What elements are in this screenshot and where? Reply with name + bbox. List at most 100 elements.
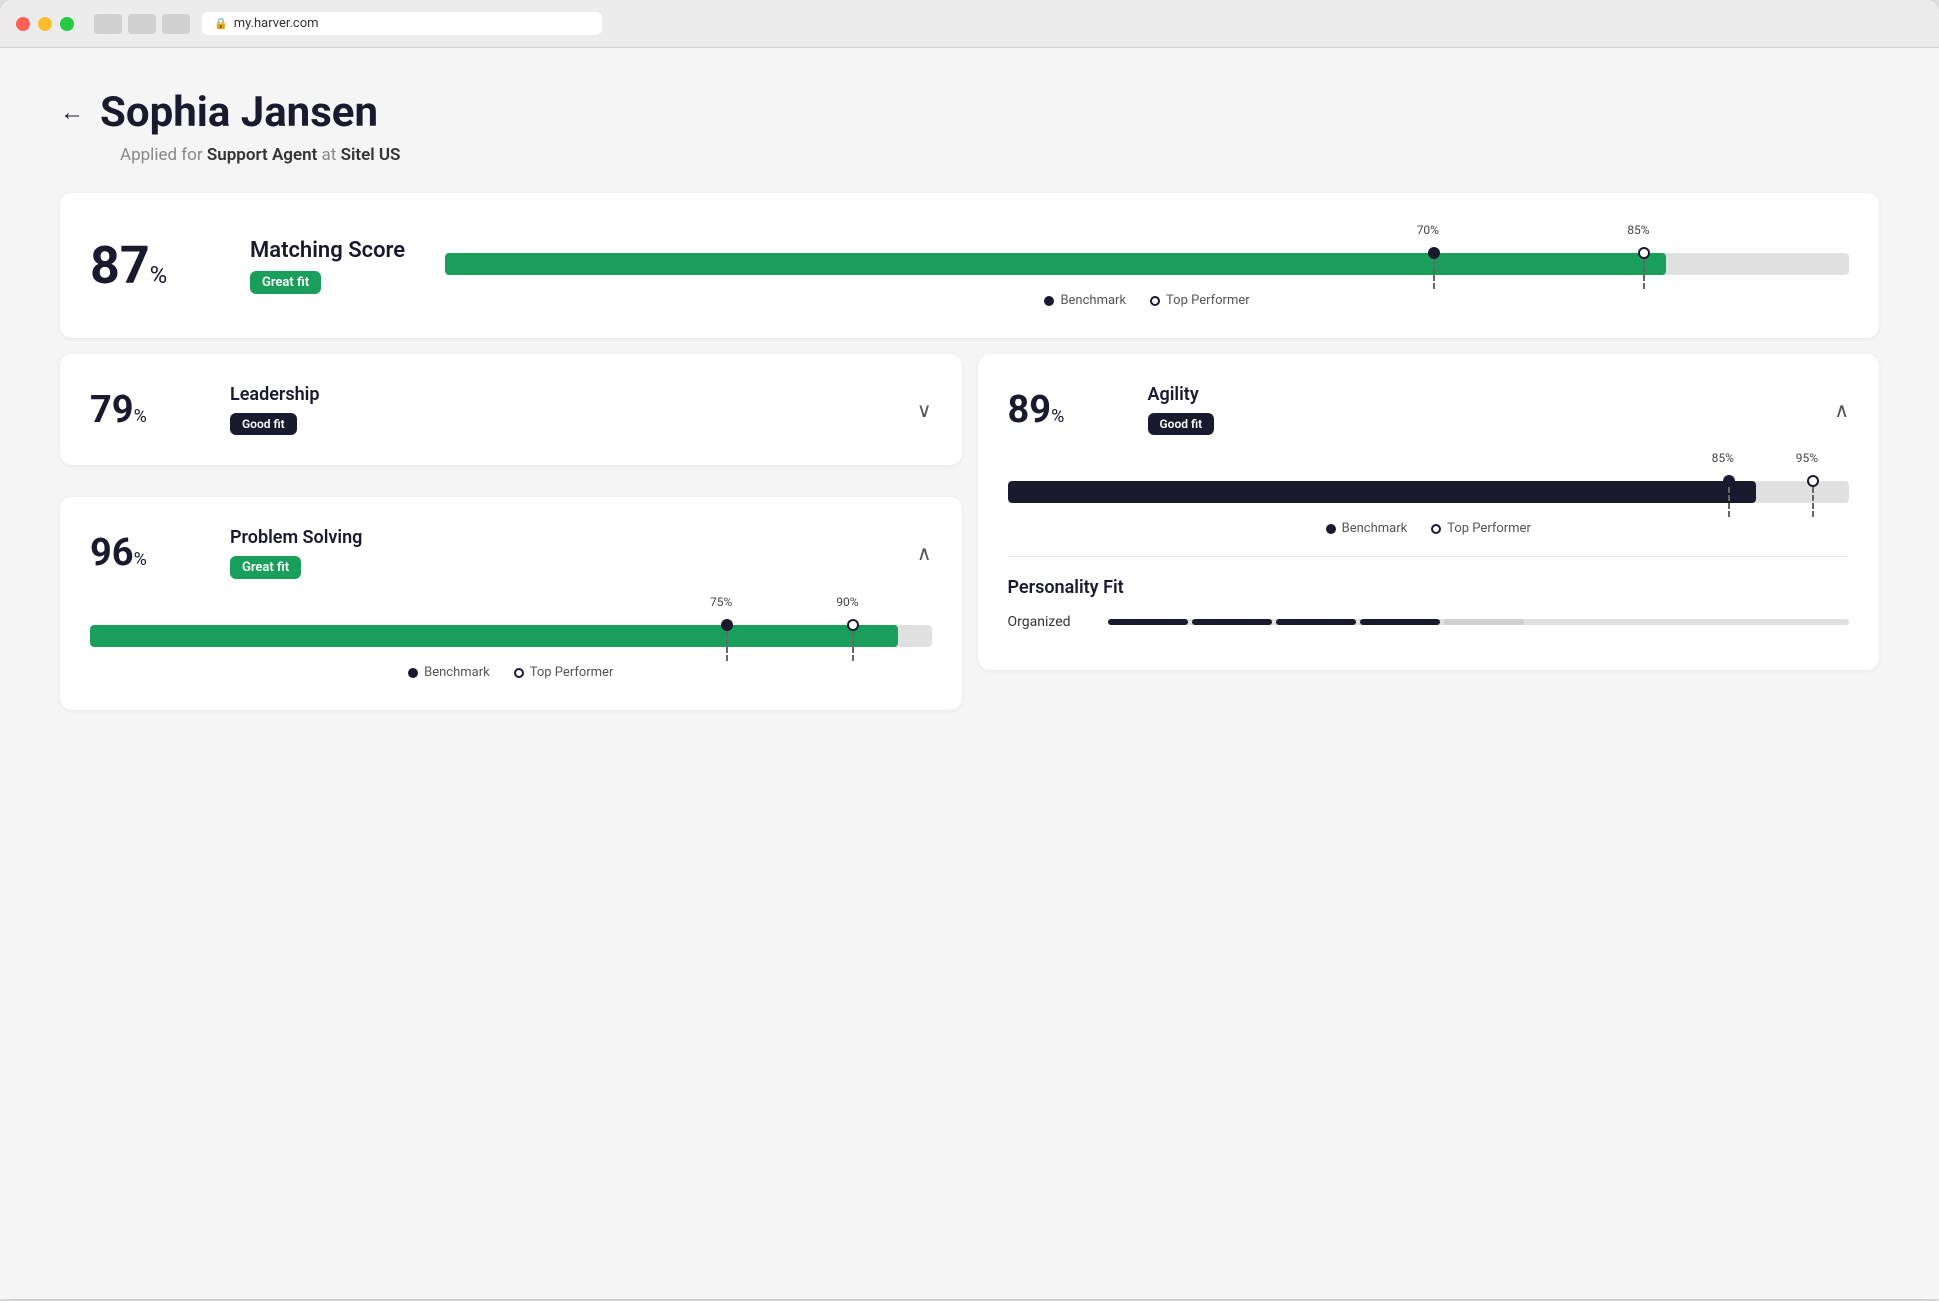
page-header: ← Sophia Jansen Applied for Support Agen… bbox=[60, 88, 1879, 165]
legend-benchmark-dot bbox=[1044, 296, 1054, 306]
agility-title: Agility bbox=[1148, 384, 1215, 405]
personality-item-organized: Organized bbox=[1008, 614, 1850, 630]
agility-benchmark-line bbox=[1728, 487, 1730, 517]
legend-top-performer-dot bbox=[1150, 296, 1160, 306]
agility-legend-top-performer-dot bbox=[1431, 524, 1441, 534]
subtitle-role: Support Agent bbox=[207, 145, 317, 165]
agility-benchmark-dot bbox=[1723, 475, 1735, 487]
agility-legend: Benchmark Top Performer bbox=[1008, 521, 1850, 536]
ps-benchmark-label: 75% bbox=[710, 595, 732, 609]
nav-back-btn[interactable] bbox=[94, 14, 122, 34]
cards-row: 79% Leadership Good fit ∨ bbox=[60, 354, 1879, 726]
personality-bar-organized bbox=[1108, 619, 1850, 625]
ps-legend-top-performer-label: Top Performer bbox=[530, 665, 614, 680]
back-arrow-button[interactable]: ← bbox=[60, 98, 84, 127]
matching-score-title: Matching Score bbox=[250, 238, 405, 263]
problem-solving-title: Problem Solving bbox=[230, 527, 362, 548]
agility-label-section: Agility Good fit bbox=[1148, 384, 1215, 435]
agility-top-performer-label: 95% bbox=[1796, 451, 1818, 465]
back-title-row: ← Sophia Jansen bbox=[60, 88, 1879, 137]
top-performer-label-85: 85% bbox=[1627, 223, 1649, 237]
ps-top-performer-line bbox=[852, 631, 854, 661]
traffic-lights bbox=[16, 17, 74, 31]
benchmark-dot bbox=[1428, 247, 1440, 259]
leadership-header: 79% Leadership Good fit ∨ bbox=[90, 384, 932, 435]
agility-bar-fill bbox=[1008, 481, 1757, 503]
minimize-button[interactable] bbox=[38, 17, 52, 31]
personality-label-organized: Organized bbox=[1008, 614, 1088, 630]
problem-solving-bar-track bbox=[90, 625, 932, 647]
problem-solving-badge: Great fit bbox=[230, 556, 301, 579]
leadership-score: 79% bbox=[90, 388, 210, 432]
matching-score-badge: Great fit bbox=[250, 271, 321, 294]
matching-score-bar-wrapper: 70% 85% bbox=[445, 223, 1849, 308]
agility-legend-top-performer: Top Performer bbox=[1431, 521, 1531, 536]
nav-forward-btn[interactable] bbox=[128, 14, 156, 34]
top-performer-marker bbox=[1638, 247, 1650, 289]
legend-top-performer: Top Performer bbox=[1150, 293, 1250, 308]
problem-solving-bar-container bbox=[90, 625, 932, 647]
benchmark-marker bbox=[1428, 247, 1440, 289]
leadership-left: 79% Leadership Good fit bbox=[90, 384, 319, 435]
left-col: 79% Leadership Good fit ∨ bbox=[60, 354, 962, 726]
problem-solving-score: 96% bbox=[90, 531, 210, 575]
top-performer-dot bbox=[1638, 247, 1650, 259]
ps-legend-benchmark-label: Benchmark bbox=[424, 665, 490, 680]
problem-solving-bar-wrapper: 75% 90% bbox=[90, 595, 932, 680]
benchmark-line bbox=[1433, 259, 1435, 289]
problem-solving-chevron[interactable]: ∧ bbox=[917, 541, 932, 565]
window-controls bbox=[94, 14, 190, 34]
leadership-card: 79% Leadership Good fit ∨ bbox=[60, 354, 962, 465]
ps-legend-top-performer-dot bbox=[514, 668, 524, 678]
agility-card: 89% Agility Good fit ∧ 85% 95% bbox=[978, 354, 1880, 670]
matching-score-legend: Benchmark Top Performer bbox=[445, 293, 1849, 308]
leadership-title: Leadership bbox=[230, 384, 319, 405]
agility-bar-wrapper: 85% 95% bbox=[1008, 451, 1850, 536]
agility-top-performer-line bbox=[1812, 487, 1814, 517]
problem-solving-card: 96% Problem Solving Great fit ∧ 75% 90% bbox=[60, 497, 962, 710]
personality-fit-title: Personality Fit bbox=[1008, 577, 1850, 598]
personality-divider bbox=[1008, 556, 1850, 557]
subtitle-company: Sitel US bbox=[341, 145, 401, 165]
personality-fit-section: Personality Fit Organized bbox=[1008, 577, 1850, 630]
agility-legend-benchmark-dot bbox=[1326, 524, 1336, 534]
matching-score-bar-fill bbox=[445, 253, 1666, 275]
agility-legend-benchmark: Benchmark bbox=[1326, 521, 1408, 536]
legend-benchmark: Benchmark bbox=[1044, 293, 1126, 308]
page-content: ← Sophia Jansen Applied for Support Agen… bbox=[0, 48, 1939, 1299]
legend-benchmark-label: Benchmark bbox=[1060, 293, 1126, 308]
maximize-button[interactable] bbox=[60, 17, 74, 31]
address-bar[interactable]: 🔒 my.harver.com bbox=[202, 12, 602, 35]
personality-seg-3 bbox=[1276, 619, 1356, 625]
benchmark-label-70: 70% bbox=[1417, 223, 1439, 237]
page-subtitle: Applied for Support Agent at Sitel US bbox=[120, 145, 1879, 165]
url-text: my.harver.com bbox=[234, 16, 319, 31]
problem-solving-label-section: Problem Solving Great fit bbox=[230, 527, 362, 579]
title-bar: 🔒 my.harver.com bbox=[0, 0, 1939, 48]
agility-benchmark-marker bbox=[1723, 475, 1735, 517]
right-col: 89% Agility Good fit ∧ 85% 95% bbox=[978, 354, 1880, 726]
lock-icon: 🔒 bbox=[214, 17, 228, 30]
ps-legend-benchmark-dot bbox=[408, 668, 418, 678]
agility-score: 89% bbox=[1008, 388, 1128, 432]
matching-score-bar-container bbox=[445, 253, 1849, 275]
ps-top-performer-label: 90% bbox=[836, 595, 858, 609]
personality-seg-5 bbox=[1444, 619, 1524, 625]
agility-chevron[interactable]: ∧ bbox=[1834, 398, 1849, 422]
agility-badge: Good fit bbox=[1148, 413, 1215, 435]
agility-top-performer-marker bbox=[1807, 475, 1819, 517]
agility-benchmark-label: 85% bbox=[1712, 451, 1734, 465]
personality-seg-4 bbox=[1360, 619, 1440, 625]
agility-top-performer-dot bbox=[1807, 475, 1819, 487]
subtitle-prefix: Applied for bbox=[120, 145, 203, 165]
leadership-badge: Good fit bbox=[230, 413, 297, 435]
subtitle-at: at bbox=[322, 145, 337, 165]
top-performer-line bbox=[1643, 259, 1645, 289]
agility-header: 89% Agility Good fit ∧ bbox=[1008, 384, 1850, 435]
ps-benchmark-line bbox=[726, 631, 728, 661]
leadership-chevron[interactable]: ∨ bbox=[917, 398, 932, 422]
close-button[interactable] bbox=[16, 17, 30, 31]
ps-legend-benchmark: Benchmark bbox=[408, 665, 490, 680]
matching-score-progress: 70% 85% bbox=[445, 223, 1849, 308]
nav-home-btn[interactable] bbox=[162, 14, 190, 34]
